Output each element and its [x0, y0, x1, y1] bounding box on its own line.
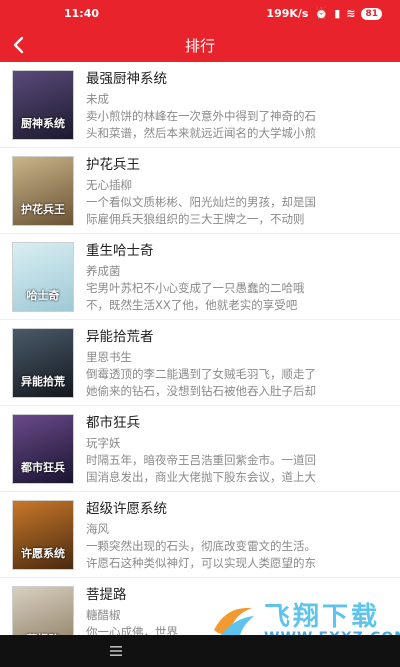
status-bar: 11:40 199K/s ⏰ ▮ ≋ 81 — [0, 0, 400, 28]
book-cover-title: 厨神系统 — [21, 117, 65, 130]
book-description-line: 宅男叶苏杞不小心变成了一只愚蠢的二哈哦 — [86, 281, 305, 295]
book-meta: 都市狂兵 玩字妖 时隔五年，暗夜帝王吕浩重回紫金市。一道回 国消息发出，商业大佬… — [86, 413, 378, 486]
book-author: 养成菌 — [86, 264, 121, 278]
book-cover-image[interactable]: 护花兵王 — [12, 156, 74, 226]
book-description-line: 不，既然生活XX了他，他就老实的享受吧 — [86, 298, 298, 312]
book-meta: 重生哈士奇 养成菌 宅男叶苏杞不小心变成了一只愚蠢的二哈哦 不，既然生活XX了他… — [86, 241, 378, 314]
book-cover-art — [13, 587, 73, 635]
book-cover-image[interactable]: 厨神系统 — [12, 70, 74, 140]
battery-icon: 81 — [361, 7, 382, 20]
book-meta: 超级许愿系统 海风 一颗突然出现的石头，彻底改变雷文的生活。 许愿石这种类似神灯… — [86, 499, 378, 572]
book-author: 海风 — [86, 522, 109, 536]
book-cover-title: 许愿系统 — [21, 547, 65, 560]
book-title[interactable]: 超级许愿系统 — [86, 499, 378, 519]
book-description-line: 际雇佣兵天狼组织的三大王牌之一，不动则 — [86, 212, 305, 226]
book-title[interactable]: 异能拾荒者 — [86, 327, 378, 347]
book-description-line: 倒霉透顶的李二能遇到了女贼毛羽飞，顺走了 — [86, 367, 316, 381]
book-author: 无心插柳 — [86, 178, 132, 192]
book-cover-image[interactable]: 都市狂兵 — [12, 414, 74, 484]
book-title[interactable]: 护花兵王 — [86, 155, 378, 175]
book-list-item[interactable]: 许愿系统 超级许愿系统 海风 一颗突然出现的石头，彻底改变雷文的生活。 许愿石这… — [0, 492, 400, 578]
signal-icon: ▮ — [334, 7, 341, 20]
page-title: 排行 — [184, 37, 215, 55]
book-cover-title: 异能拾荒 — [21, 375, 65, 388]
book-cover-title: 护花兵王 — [21, 203, 65, 216]
alarm-icon: ⏰ — [314, 7, 329, 20]
book-cover-image[interactable]: 许愿系统 — [12, 500, 74, 570]
book-meta: 护花兵王 无心插柳 一个看似文质彬彬、阳光灿烂的男孩，却是国 际雇佣兵天狼组织的… — [86, 155, 378, 228]
book-title[interactable]: 重生哈士奇 — [86, 241, 378, 261]
status-right-group: 199K/s ⏰ ▮ ≋ 81 — [266, 7, 382, 20]
system-nav-bar — [0, 635, 400, 667]
book-description-line: 许愿石这种类似神灯，可以实现人类愿望的东 — [86, 556, 316, 570]
book-author: 里恩书生 — [86, 350, 132, 364]
book-title[interactable]: 都市狂兵 — [86, 413, 378, 433]
book-cover-image[interactable]: 异能拾荒 — [12, 328, 74, 398]
book-list-item[interactable]: 异能拾荒 异能拾荒者 里恩书生 倒霉透顶的李二能遇到了女贼毛羽飞，顺走了 她偷来… — [0, 320, 400, 406]
book-author: 玩字妖 — [86, 436, 121, 450]
book-meta: 异能拾荒者 里恩书生 倒霉透顶的李二能遇到了女贼毛羽飞，顺走了 她偷来的钻石，没… — [86, 327, 378, 400]
nav-bar: 排行 — [0, 28, 400, 62]
book-description-line: 她偷来的钻石，没想到钻石被他吞入肚子后却 — [86, 384, 316, 398]
menu-icon[interactable] — [110, 646, 122, 656]
network-speed: 199K/s — [266, 7, 309, 20]
book-list-item[interactable]: 都市狂兵 都市狂兵 玩字妖 时隔五年，暗夜帝王吕浩重回紫金市。一道回 国消息发出… — [0, 406, 400, 492]
book-description-line: 卖小煎饼的林峰在一次意外中得到了神奇的石 — [86, 109, 316, 123]
book-description-line: 时隔五年，暗夜帝王吕浩重回紫金市。一道回 — [86, 453, 316, 467]
book-cover-image[interactable]: 菩提路 — [12, 586, 74, 635]
book-description-line: 国消息发出，商业大佬抛下股东会议，道上大 — [86, 470, 316, 484]
book-cover-image[interactable]: 哈士奇 — [12, 242, 74, 312]
wifi-icon: ≋ — [346, 7, 356, 20]
book-description-line: 一颗突然出现的石头，彻底改变雷文的生活。 — [86, 539, 316, 553]
book-description-line: 一个看似文质彬彬、阳光灿烂的男孩，却是国 — [86, 195, 316, 209]
book-description-line: 头和菜谱，然后本来就远近闻名的大学城小煎 — [86, 126, 316, 140]
book-list-item[interactable]: 护花兵王 护花兵王 无心插柳 一个看似文质彬彬、阳光灿烂的男孩，却是国 际雇佣兵… — [0, 148, 400, 234]
book-author: 未成 — [86, 92, 109, 106]
watermark-text: 飞翔下载 — [264, 602, 381, 632]
book-list-item[interactable]: 厨神系统 最强厨神系统 未成 卖小煎饼的林峰在一次意外中得到了神奇的石 头和菜谱… — [0, 62, 400, 148]
book-ranking-list: 厨神系统 最强厨神系统 未成 卖小煎饼的林峰在一次意外中得到了神奇的石 头和菜谱… — [0, 62, 400, 635]
book-list-item[interactable]: 哈士奇 重生哈士奇 养成菌 宅男叶苏杞不小心变成了一只愚蠢的二哈哦 不，既然生活… — [0, 234, 400, 320]
book-meta: 最强厨神系统 未成 卖小煎饼的林峰在一次意外中得到了神奇的石 头和菜谱，然后本来… — [86, 69, 378, 142]
book-title[interactable]: 最强厨神系统 — [86, 69, 378, 89]
book-cover-title: 都市狂兵 — [21, 461, 65, 474]
status-time: 11:40 — [64, 7, 100, 20]
book-cover-title: 哈士奇 — [26, 289, 60, 302]
